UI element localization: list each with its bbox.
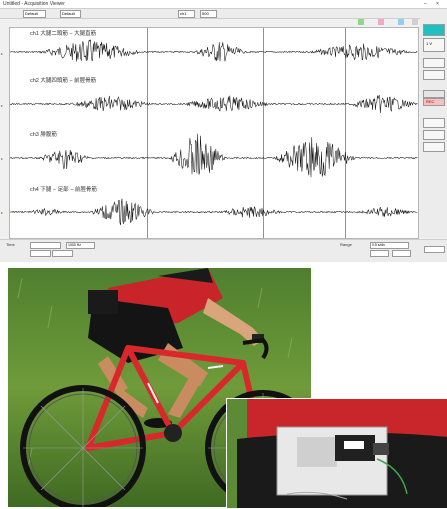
rec-indicator: REC <box>423 98 445 106</box>
waveform-plot-area[interactable]: ch1 大腿二頭筋 − 大腿直筋 ch2 大腿四頭筋 − 前脛骨筋 ch3 腓腹… <box>9 27 419 239</box>
time-label: Time <box>6 242 15 247</box>
start-field[interactable] <box>30 250 51 257</box>
channel-marker-3[interactable]: ▸ <box>1 157 7 161</box>
emg-waveforms <box>10 39 418 226</box>
value-label: 1 V <box>426 41 433 46</box>
acquisition-software-window: Untitled - Acquisition Viewer – × Defaul… <box>0 0 447 262</box>
zoom-in-field[interactable] <box>370 250 389 257</box>
emg-trace-4 <box>10 198 418 226</box>
status-indicator <box>423 24 445 36</box>
config-field[interactable]: Default <box>60 10 81 18</box>
waist-worn-sensor-device-photo <box>226 398 447 509</box>
close-button[interactable]: × <box>436 0 439 8</box>
zoom-out-field[interactable] <box>392 250 411 257</box>
preset-field[interactable]: Default <box>23 10 46 18</box>
bottom-control-bar: Time 1000 Hz Range 0.5 s/div <box>0 239 447 262</box>
channel-select[interactable]: ch1 <box>178 10 195 18</box>
channel-marker-1[interactable]: ▸ <box>1 52 7 56</box>
title-bar: Untitled - Acquisition Viewer – × <box>0 0 447 9</box>
rate-field[interactable]: 500 <box>200 10 217 18</box>
legend-tag-2 <box>378 19 384 25</box>
stop-field[interactable] <box>52 250 73 257</box>
range-label: Range <box>340 242 352 247</box>
rec-label: REC <box>426 99 435 104</box>
legend-tag-3 <box>398 19 404 25</box>
side-button-5[interactable] <box>423 130 445 140</box>
side-button-3[interactable] <box>423 90 445 98</box>
side-button-6[interactable] <box>423 142 445 152</box>
apply-button[interactable] <box>424 246 445 253</box>
time-field[interactable] <box>30 242 61 249</box>
emg-trace-2 <box>10 95 418 114</box>
rate-select[interactable]: 1000 Hz <box>66 242 95 249</box>
emg-trace-1 <box>10 39 418 62</box>
legend-tag-1 <box>358 19 364 25</box>
window-title: Untitled - Acquisition Viewer <box>3 1 65 7</box>
scale-select[interactable]: 0.5 s/div <box>370 242 409 249</box>
minimize-button[interactable]: – <box>424 0 427 8</box>
side-button-2[interactable] <box>423 70 445 80</box>
channel-marker-4[interactable]: ▸ <box>1 211 7 215</box>
side-panel: 1 V REC <box>420 18 447 238</box>
side-button-4[interactable] <box>423 118 445 128</box>
legend-tag-4 <box>412 19 418 25</box>
side-button-1[interactable] <box>423 58 445 68</box>
emg-trace-3 <box>10 133 418 178</box>
channel-marker-2[interactable]: ▸ <box>1 104 7 108</box>
value-box[interactable]: 1 V <box>423 38 445 52</box>
